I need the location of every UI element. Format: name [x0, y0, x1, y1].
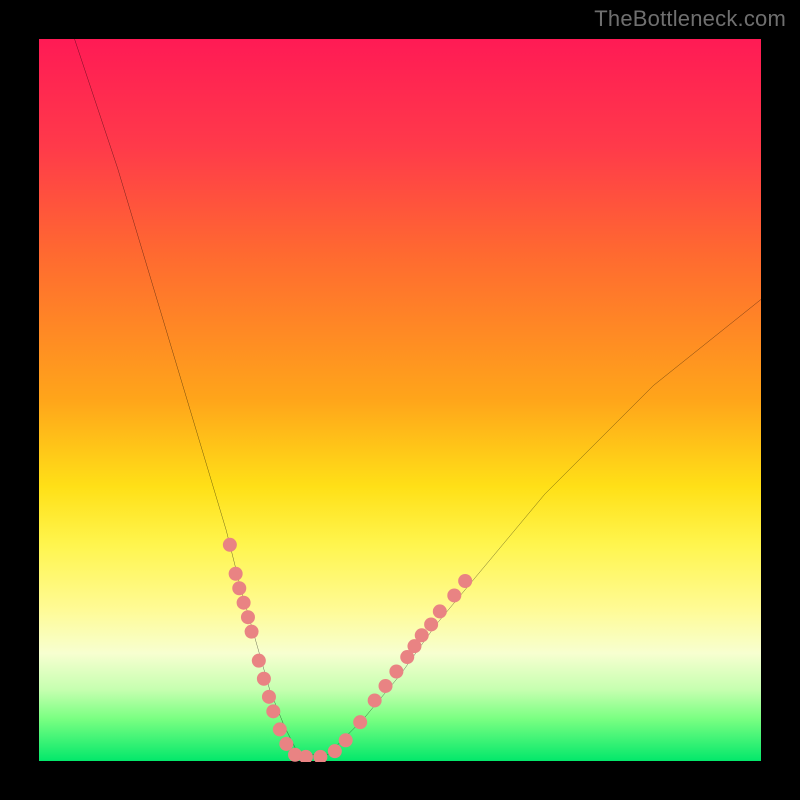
curve-marker: [273, 722, 287, 736]
curve-marker: [229, 567, 243, 581]
watermark-text: TheBottleneck.com: [594, 6, 786, 32]
curve-marker: [339, 733, 353, 747]
curve-marker: [252, 654, 266, 668]
curve-marker: [257, 672, 271, 686]
curve-layer: [38, 38, 762, 762]
curve-marker: [245, 625, 259, 639]
bottleneck-curve: [74, 38, 762, 755]
curve-marker: [262, 690, 276, 704]
plot-area: [38, 38, 762, 762]
curve-marker: [379, 679, 393, 693]
curve-markers: [223, 538, 472, 762]
curve-marker: [232, 581, 246, 595]
curve-marker: [424, 617, 438, 631]
curve-marker: [328, 744, 342, 758]
curve-marker: [353, 715, 367, 729]
curve-marker: [407, 639, 421, 653]
curve-marker: [223, 538, 237, 552]
chart-frame: TheBottleneck.com: [0, 0, 800, 800]
curve-marker: [237, 596, 251, 610]
curve-marker: [241, 610, 255, 624]
curve-marker: [433, 604, 447, 618]
curve-marker: [279, 737, 293, 751]
curve-marker: [400, 650, 414, 664]
curve-marker: [266, 704, 280, 718]
curve-marker: [447, 588, 461, 602]
curve-marker: [389, 664, 403, 678]
curve-marker: [313, 750, 327, 762]
curve-marker: [458, 574, 472, 588]
curve-marker: [415, 628, 429, 642]
curve-marker: [288, 748, 302, 762]
curve-marker: [368, 693, 382, 707]
curve-marker: [299, 750, 313, 762]
